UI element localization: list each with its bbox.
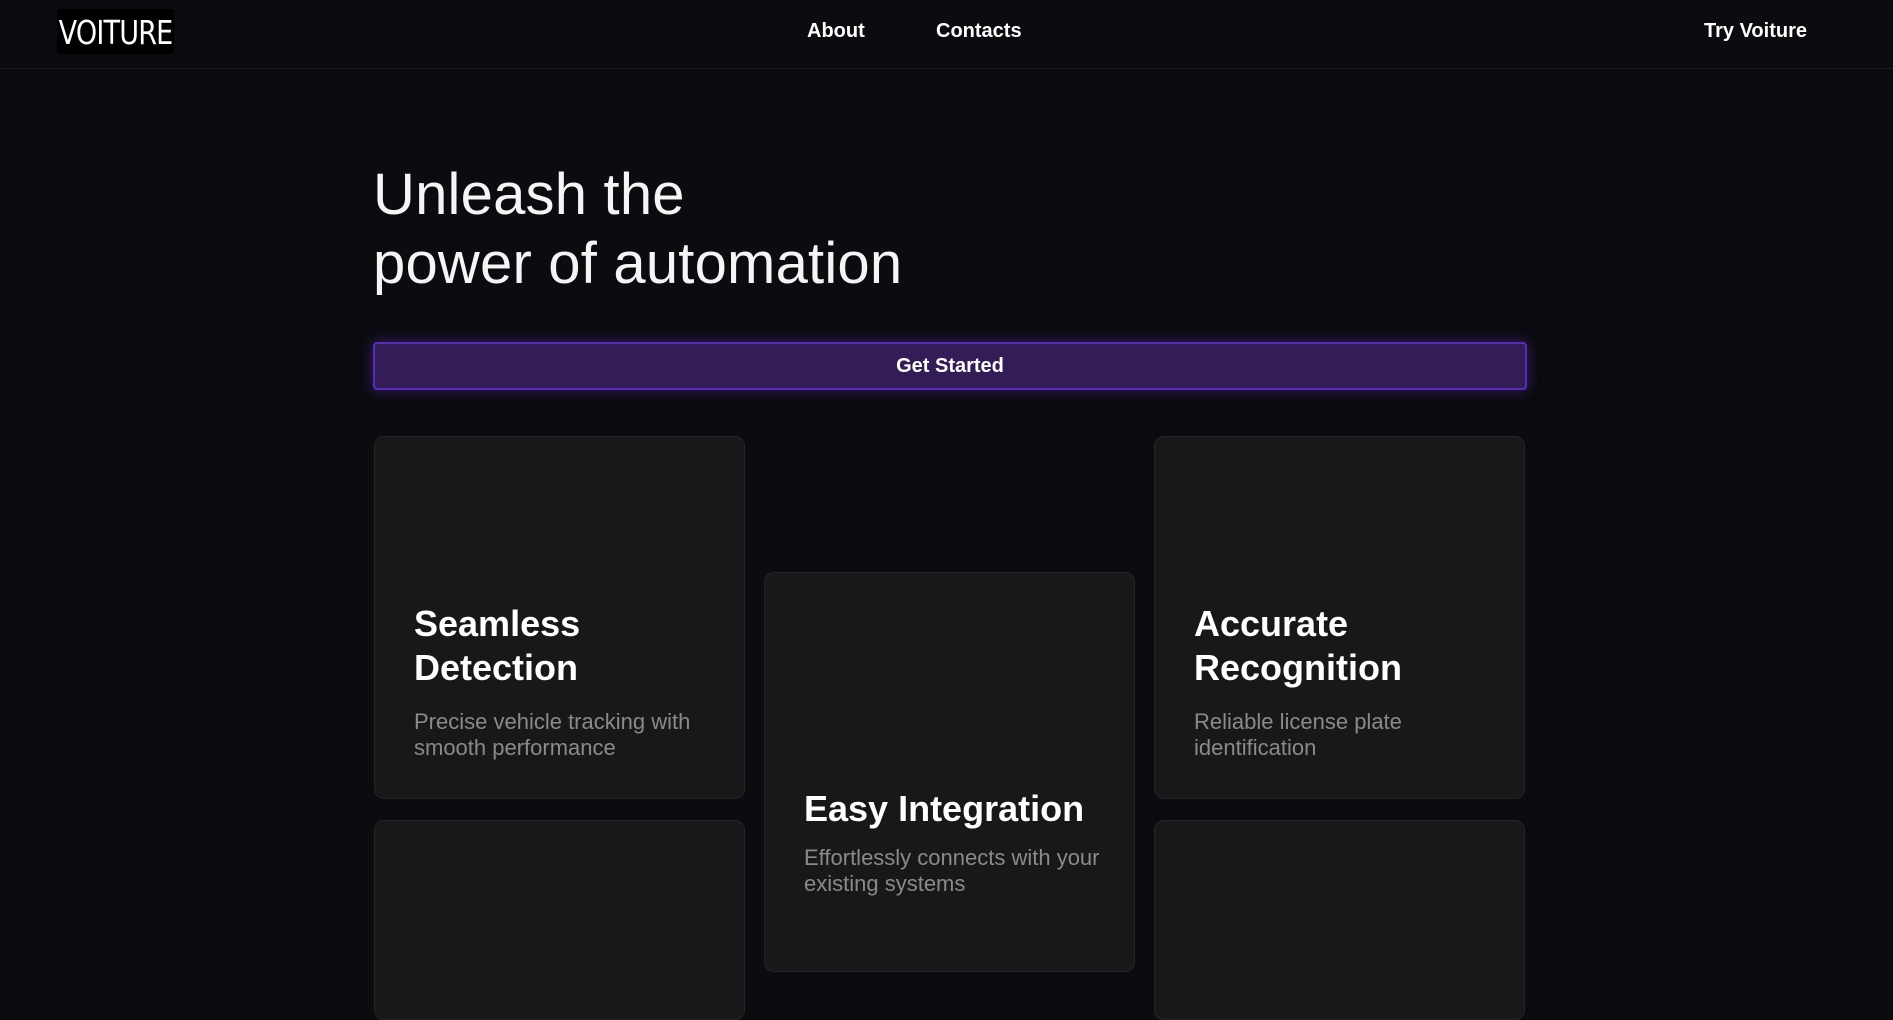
hero-heading: Unleash the power of automation <box>373 160 902 298</box>
feature-card-accurate-recognition: Accurate Recognition Reliable license pl… <box>1154 436 1525 799</box>
feature-card-partial <box>374 820 745 1020</box>
feature-card-description: Reliable license plate identification <box>1194 709 1402 760</box>
feature-card-description: Precise vehicle tracking with smooth per… <box>414 709 691 760</box>
get-started-button[interactable]: Get Started <box>373 342 1527 390</box>
site-header: VOITURE About Contacts Try Voiture <box>0 0 1893 69</box>
feature-card-title: Seamless Detection <box>414 603 581 688</box>
feature-card-description: Effortlessly connects with your existing… <box>804 845 1100 896</box>
nav-link-about[interactable]: About <box>807 20 865 43</box>
voiture-logo[interactable]: VOITURE <box>57 9 175 54</box>
try-voiture-link[interactable]: Try Voiture <box>1704 20 1807 43</box>
hero-heading-line-1: Unleash the <box>373 162 685 227</box>
feature-card-title: Accurate Recognition <box>1194 603 1402 688</box>
feature-card-seamless-detection: Seamless Detection Precise vehicle track… <box>374 436 745 799</box>
feature-card-easy-integration: Easy Integration Effortlessly connects w… <box>764 572 1135 972</box>
feature-card-title: Easy Integration <box>804 788 1085 829</box>
hero-heading-line-2: power of automation <box>373 231 903 296</box>
feature-card-partial <box>1154 820 1525 1020</box>
nav-link-contacts[interactable]: Contacts <box>936 20 1022 43</box>
